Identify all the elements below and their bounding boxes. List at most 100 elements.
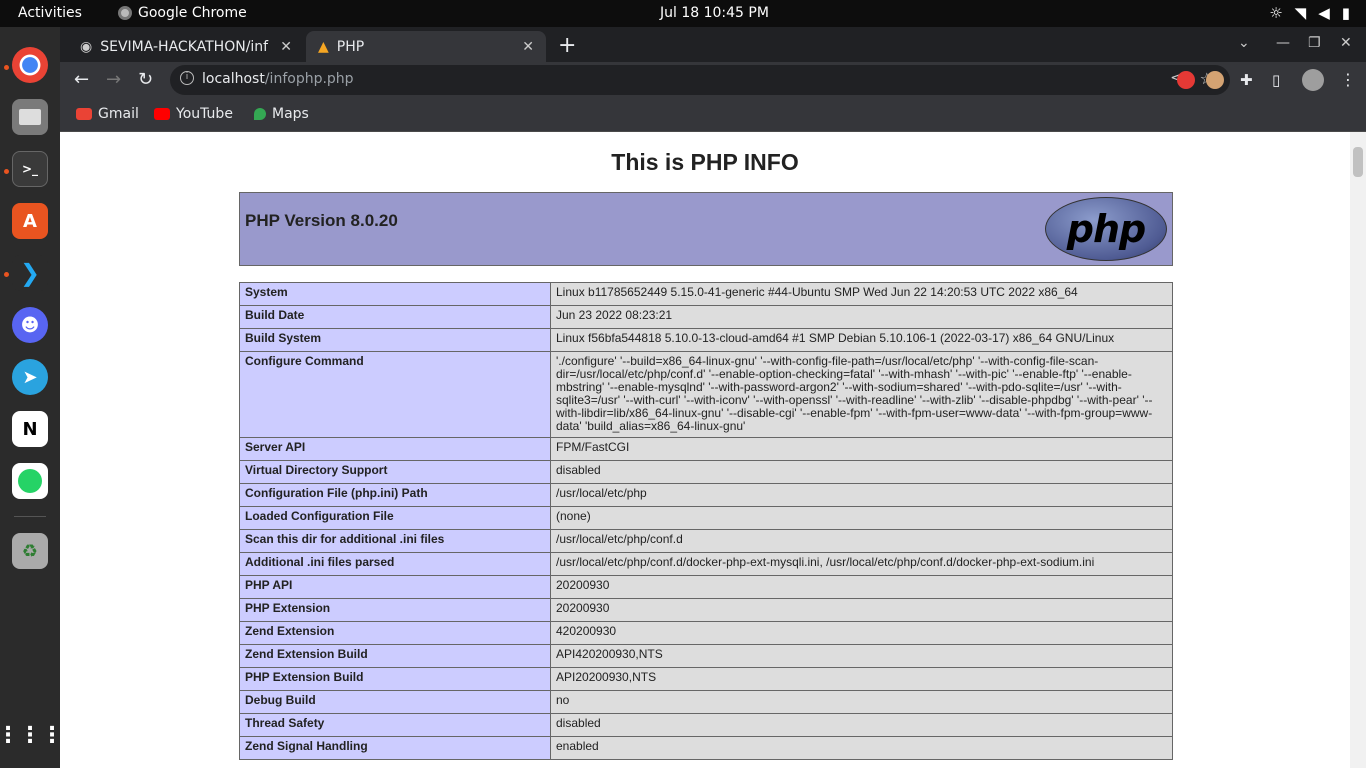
- table-row: PHP Extension 20200930: [239, 598, 1173, 622]
- row-value: disabled: [550, 713, 1173, 737]
- reload-button[interactable]: ↻: [138, 69, 153, 90]
- app-store-icon[interactable]: A: [12, 203, 48, 239]
- close-window-button[interactable]: ✕: [1340, 35, 1352, 51]
- bookmark-youtube[interactable]: YouTube: [154, 106, 233, 122]
- row-value: 20200930: [550, 575, 1173, 599]
- vscode-icon[interactable]: ❯: [12, 255, 48, 291]
- maps-icon: [254, 108, 266, 120]
- scrollbar-thumb[interactable]: [1353, 147, 1363, 177]
- address-bar[interactable]: i localhost/infophp.php ⋖ ☆: [170, 65, 1230, 95]
- close-icon[interactable]: ✕: [280, 39, 292, 55]
- maximize-button[interactable]: ❐: [1308, 35, 1321, 51]
- php-version: PHP Version 8.0.20: [245, 211, 398, 230]
- table-row: PHP API 20200930: [239, 575, 1173, 599]
- row-value: enabled: [550, 736, 1173, 760]
- tab-search-icon[interactable]: ⌄: [1238, 35, 1250, 51]
- app-menu[interactable]: Google Chrome: [118, 5, 247, 21]
- row-key: System: [239, 282, 551, 306]
- activities-button[interactable]: Activities: [18, 5, 82, 21]
- row-value: disabled: [550, 460, 1173, 484]
- page-scrollbar[interactable]: [1350, 132, 1366, 768]
- table-row: Loaded Configuration File (none): [239, 506, 1173, 530]
- forward-button[interactable]: →: [106, 69, 121, 90]
- back-button[interactable]: ←: [74, 69, 89, 90]
- row-value: (none): [550, 506, 1173, 530]
- wifi-icon: ◥: [1294, 4, 1307, 22]
- github-icon: ◉: [80, 38, 93, 55]
- table-row: Debug Build no: [239, 690, 1173, 714]
- row-value: 420200930: [550, 621, 1173, 645]
- menu-kebab-icon[interactable]: ⋮: [1340, 70, 1356, 89]
- new-tab-button[interactable]: +: [558, 33, 576, 58]
- row-key: Zend Extension Build: [239, 644, 551, 668]
- row-value: /usr/local/etc/php/conf.d: [550, 529, 1173, 553]
- tab-github[interactable]: ◉ SEVIMA-HACKATHON/inf ✕: [68, 31, 304, 62]
- clock[interactable]: Jul 18 10:45 PM: [660, 5, 769, 21]
- whatsapp-icon[interactable]: [12, 463, 48, 499]
- chrome-icon[interactable]: [12, 47, 48, 83]
- row-key: Zend Extension: [239, 621, 551, 645]
- trash-icon[interactable]: ♻: [12, 533, 48, 569]
- chrome-window: ◉ SEVIMA-HACKATHON/inf ✕ ▲ PHP ✕ + ⌄ — ❐…: [60, 27, 1366, 768]
- tab-strip: ◉ SEVIMA-HACKATHON/inf ✕ ▲ PHP ✕ + ⌄ — ❐…: [60, 27, 1366, 62]
- extension-icon-red[interactable]: [1177, 71, 1195, 89]
- row-value: API420200930,NTS: [550, 644, 1173, 668]
- row-value: /usr/local/etc/php: [550, 483, 1173, 507]
- row-value: Linux f56bfa544818 5.10.0-13-cloud-amd64…: [550, 328, 1173, 352]
- gnome-top-bar: Activities Google Chrome Jul 18 10:45 PM…: [0, 0, 1366, 27]
- brightness-icon: ☼: [1269, 4, 1283, 22]
- url-text[interactable]: localhost/infophp.php: [202, 71, 354, 87]
- battery-icon: ▮: [1341, 4, 1350, 22]
- youtube-icon: [154, 108, 170, 120]
- files-icon[interactable]: [12, 99, 48, 135]
- running-indicator: [4, 169, 9, 174]
- running-indicator: [4, 65, 9, 70]
- row-key: Additional .ini files parsed: [239, 552, 551, 576]
- row-key: Build Date: [239, 305, 551, 329]
- phpinfo-table: System Linux b11785652449 5.15.0-41-gener…: [239, 282, 1173, 760]
- extensions-puzzle-icon[interactable]: ✚: [1240, 71, 1253, 89]
- tab-php[interactable]: ▲ PHP ✕: [306, 31, 546, 62]
- browser-toolbar: ← → ↻ i localhost/infophp.php ⋖ ☆ ✚ ▯ ⋮: [60, 62, 1366, 98]
- bookmark-label: Gmail: [98, 106, 139, 122]
- table-row: Server API FPM/FastCGI: [239, 437, 1173, 461]
- minimize-button[interactable]: —: [1276, 35, 1290, 51]
- close-icon[interactable]: ✕: [522, 39, 534, 55]
- row-value: 20200930: [550, 598, 1173, 622]
- discord-icon[interactable]: ☻: [12, 307, 48, 343]
- telegram-icon[interactable]: ➤: [12, 359, 48, 395]
- bookmark-label: Maps: [272, 106, 309, 122]
- tab-title: PHP: [336, 38, 365, 55]
- bookmarks-bar: Gmail YouTube Maps: [60, 98, 1366, 132]
- bookmark-gmail[interactable]: Gmail: [76, 106, 139, 122]
- row-value: API20200930,NTS: [550, 667, 1173, 691]
- table-row: PHP Extension Build API20200930,NTS: [239, 667, 1173, 691]
- app-grid-icon[interactable]: ⋮⋮⋮: [0, 717, 63, 753]
- bookmark-label: YouTube: [176, 106, 233, 122]
- system-tray[interactable]: ☼ ◥ ◀ ▮: [1269, 4, 1350, 22]
- table-row: Zend Extension 420200930: [239, 621, 1173, 645]
- row-value: './configure' '--build=x86_64-linux-gnu'…: [550, 351, 1173, 438]
- extension-icon-cookie[interactable]: [1206, 71, 1224, 89]
- notion-icon[interactable]: N: [12, 411, 48, 447]
- avatar[interactable]: [1302, 69, 1324, 91]
- terminal-icon[interactable]: >_: [12, 151, 48, 187]
- table-row: Build System Linux f56bfa544818 5.10.0-13…: [239, 328, 1173, 352]
- row-key: PHP Extension Build: [239, 667, 551, 691]
- table-row: Virtual Directory Support disabled: [239, 460, 1173, 484]
- side-panel-icon[interactable]: ▯: [1272, 71, 1280, 89]
- row-key: Zend Signal Handling: [239, 736, 551, 760]
- bookmark-maps[interactable]: Maps: [254, 106, 309, 122]
- php-logo[interactable]: php: [1045, 197, 1167, 261]
- row-key: Configuration File (php.ini) Path: [239, 483, 551, 507]
- url-path: /infophp.php: [264, 71, 354, 87]
- url-host: localhost: [202, 71, 265, 87]
- site-info-icon[interactable]: i: [180, 71, 194, 85]
- row-key: PHP Extension: [239, 598, 551, 622]
- page-content: This is PHP INFO PHP Version 8.0.20 php …: [60, 132, 1350, 768]
- row-key: Debug Build: [239, 690, 551, 714]
- chrome-icon: [118, 6, 132, 20]
- tab-title: SEVIMA-HACKATHON/inf: [100, 38, 269, 55]
- table-row: Additional .ini files parsed/usr/local/e…: [239, 552, 1173, 576]
- row-value: Jun 23 2022 08:23:21: [550, 305, 1173, 329]
